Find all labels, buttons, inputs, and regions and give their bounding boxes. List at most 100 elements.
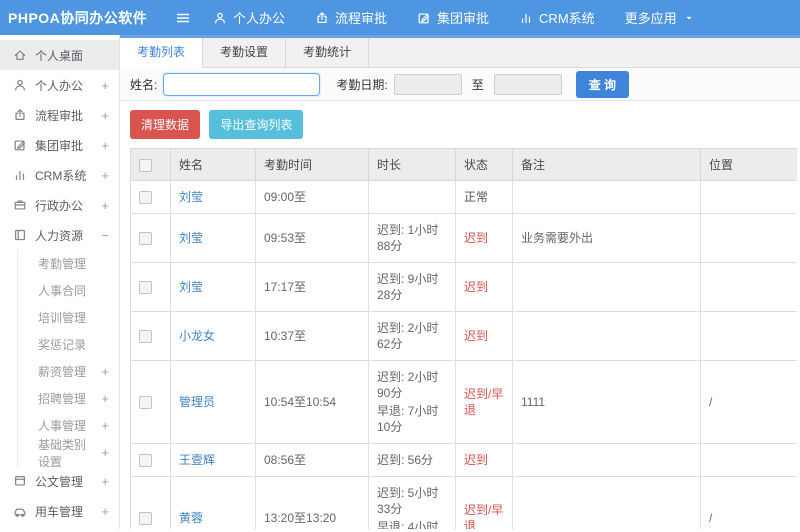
attendance-table: 姓名 考勤时间 时长 状态 备注 位置 刘莹 09:00至 正常 刘莹 09:53至 迟到: 1小时… <box>130 148 797 529</box>
date-to-input[interactable] <box>493 73 562 95</box>
sidebar-subitem-reward-punishment[interactable]: 奖惩记录 <box>18 331 119 358</box>
row-checkbox-cell <box>130 311 171 361</box>
row-checkbox[interactable] <box>139 330 152 344</box>
table-row: 管理员 10:54至10:54 迟到: 2小时90分 早退: 7小时10分 迟到/早退 1… <box>130 360 797 444</box>
employee-name-link[interactable]: 王壹辉 <box>179 453 215 467</box>
app-window: PHPOA协同办公软件 个人办公 流程审批 集团审批 CRM系统 更多应用 个人桌面 个人… <box>0 0 800 532</box>
briefcase-icon <box>13 198 27 212</box>
row-checkbox[interactable] <box>139 232 152 246</box>
attendance-time-cell: 17:17至 <box>255 262 369 312</box>
share-icon <box>315 11 329 25</box>
nav-item-more-apps[interactable]: 更多应用 <box>610 0 716 35</box>
expand-toggle-icon[interactable]: + <box>97 108 109 123</box>
employee-name-link[interactable]: 刘莹 <box>179 231 203 245</box>
sidebar: 个人桌面 个人办公 + 流程审批 + 集团审批 + CRM系统 + 行政办公 + 人力资源 − 考勤管理人… <box>0 35 120 529</box>
row-checkbox[interactable] <box>139 281 152 295</box>
user-icon <box>13 78 27 92</box>
edit-icon <box>417 11 431 25</box>
table-row: 刘莹 09:00至 正常 <box>130 180 797 214</box>
sidebar-subitem-base-category-settings[interactable]: 基础类别设置 + <box>18 438 119 469</box>
location-cell <box>700 443 797 477</box>
remark-cell: 业务需要外出 <box>512 213 701 263</box>
sidebar-subitem-attendance-management[interactable]: 考勤管理 <box>18 250 119 277</box>
sidebar-item-workflow-approval[interactable]: 流程审批 + <box>0 100 119 130</box>
remark-cell <box>512 443 701 477</box>
sidebar-item-vehicle-management[interactable]: 用车管理 + <box>0 496 119 526</box>
sidebar-subitem-training-management[interactable]: 培训管理 <box>18 304 119 331</box>
expand-toggle-icon[interactable]: + <box>97 364 109 379</box>
menu-toggle-button[interactable] <box>168 10 198 26</box>
employee-name-link[interactable]: 黄蓉 <box>179 511 203 525</box>
duration-late: 迟到: 2小时62分 <box>377 321 439 351</box>
nav-item-group-approval[interactable]: 集团审批 <box>402 0 504 35</box>
status-cell: 迟到/早退 <box>455 476 513 529</box>
sidebar-item-admin-office[interactable]: 行政办公 + <box>0 190 119 220</box>
content-area: 考勤列表 考勤设置 考勤统计 姓名: 考勤日期: 至 查 询 清理数据 导出查询列表… <box>120 35 800 529</box>
chart-icon <box>13 168 27 182</box>
sidebar-item-doc-management[interactable]: 公文管理 + <box>0 466 119 496</box>
column-header: 状态 <box>455 148 513 181</box>
sidebar-item-label: 公文管理 <box>35 474 84 489</box>
sidebar-item-group-approval[interactable]: 集团审批 + <box>0 130 119 160</box>
chart-icon <box>519 11 533 25</box>
duration-late: 迟到: 5小时33分 <box>377 486 439 516</box>
expand-toggle-icon[interactable]: + <box>97 198 109 213</box>
expand-toggle-icon[interactable]: + <box>97 445 109 460</box>
sidebar-subitem-salary-management[interactable]: 薪资管理 + <box>18 358 119 385</box>
name-cell: 王壹辉 <box>170 443 256 477</box>
employee-name-link[interactable]: 刘莹 <box>179 190 203 204</box>
sidebar-item-human-resources[interactable]: 人力资源 − <box>0 220 119 250</box>
employee-name-link[interactable]: 刘莹 <box>179 280 203 294</box>
sidebar-subitem-hr-contract[interactable]: 人事合同 <box>18 277 119 304</box>
sidebar-item-personal-desktop[interactable]: 个人桌面 <box>0 40 119 70</box>
nav-item-workflow-approval[interactable]: 流程审批 <box>300 0 402 35</box>
expand-toggle-icon[interactable]: + <box>97 504 109 519</box>
expand-toggle-icon[interactable]: + <box>97 78 109 93</box>
tab-attendance-settings[interactable]: 考勤设置 <box>203 38 287 67</box>
row-checkbox[interactable] <box>139 191 152 205</box>
sidebar-subitem-label: 考勤管理 <box>38 257 87 271</box>
expand-toggle-icon[interactable]: + <box>97 391 109 406</box>
expand-toggle-icon[interactable]: + <box>97 138 109 153</box>
sidebar-submenu: 考勤管理 人事合同 培训管理 奖惩记录 薪资管理 + 招聘管理 + 人事管理 + 基础类别设置 + <box>17 250 119 469</box>
navbar-menu: 个人办公 流程审批 集团审批 CRM系统 更多应用 <box>198 0 716 35</box>
duration-cell: 迟到: 9小时28分 <box>368 262 456 312</box>
column-header: 考勤时间 <box>255 148 369 181</box>
row-checkbox[interactable] <box>139 396 152 410</box>
status-cell: 迟到 <box>455 262 513 312</box>
sidebar-subitem-recruitment-management[interactable]: 招聘管理 + <box>18 385 119 412</box>
table-row: 刘莹 17:17至 迟到: 9小时28分 迟到 <box>130 262 797 312</box>
sidebar-item-label: 集团审批 <box>35 138 84 153</box>
tab-bar: 考勤列表 考勤设置 考勤统计 <box>120 38 800 68</box>
row-checkbox-cell <box>130 476 171 529</box>
duration-cell: 迟到: 5小时33分早退: 4小时67分 <box>368 476 456 529</box>
expand-toggle-icon[interactable]: − <box>97 228 109 243</box>
status-cell: 迟到 <box>455 443 513 477</box>
search-button[interactable]: 查 询 <box>575 70 630 98</box>
employee-name-link[interactable]: 管理员 <box>179 395 215 409</box>
expand-toggle-icon[interactable]: + <box>97 168 109 183</box>
expand-toggle-icon[interactable]: + <box>97 474 109 489</box>
name-input[interactable] <box>163 72 321 96</box>
sidebar-item-crm-system[interactable]: CRM系统 + <box>0 160 119 190</box>
sidebar-item-personal-office[interactable]: 个人办公 + <box>0 70 119 100</box>
tab-attendance-list[interactable]: 考勤列表 <box>120 38 204 68</box>
row-checkbox[interactable] <box>139 512 152 526</box>
nav-item-label: CRM系统 <box>539 11 595 26</box>
select-all-checkbox[interactable] <box>139 158 152 172</box>
expand-toggle-icon[interactable]: + <box>97 418 109 433</box>
clean-data-button[interactable]: 清理数据 <box>130 110 201 139</box>
table-row: 小龙女 10:37至 迟到: 2小时62分 迟到 <box>130 311 797 361</box>
nav-item-personal-office[interactable]: 个人办公 <box>198 0 300 35</box>
status-badge: 迟到 <box>464 280 489 294</box>
row-checkbox-cell <box>130 360 171 444</box>
sidebar-subitem-label: 培训管理 <box>38 311 87 325</box>
tab-attendance-stats[interactable]: 考勤统计 <box>286 38 370 67</box>
export-list-button[interactable]: 导出查询列表 <box>209 110 304 139</box>
nav-item-crm-system[interactable]: CRM系统 <box>504 0 610 35</box>
date-from-input[interactable] <box>393 73 462 95</box>
sidebar-item-archive-management[interactable]: 档案管理+ <box>0 526 119 529</box>
sidebar-item-label: 人力资源 <box>35 228 84 243</box>
employee-name-link[interactable]: 小龙女 <box>179 329 215 343</box>
row-checkbox[interactable] <box>139 454 152 468</box>
